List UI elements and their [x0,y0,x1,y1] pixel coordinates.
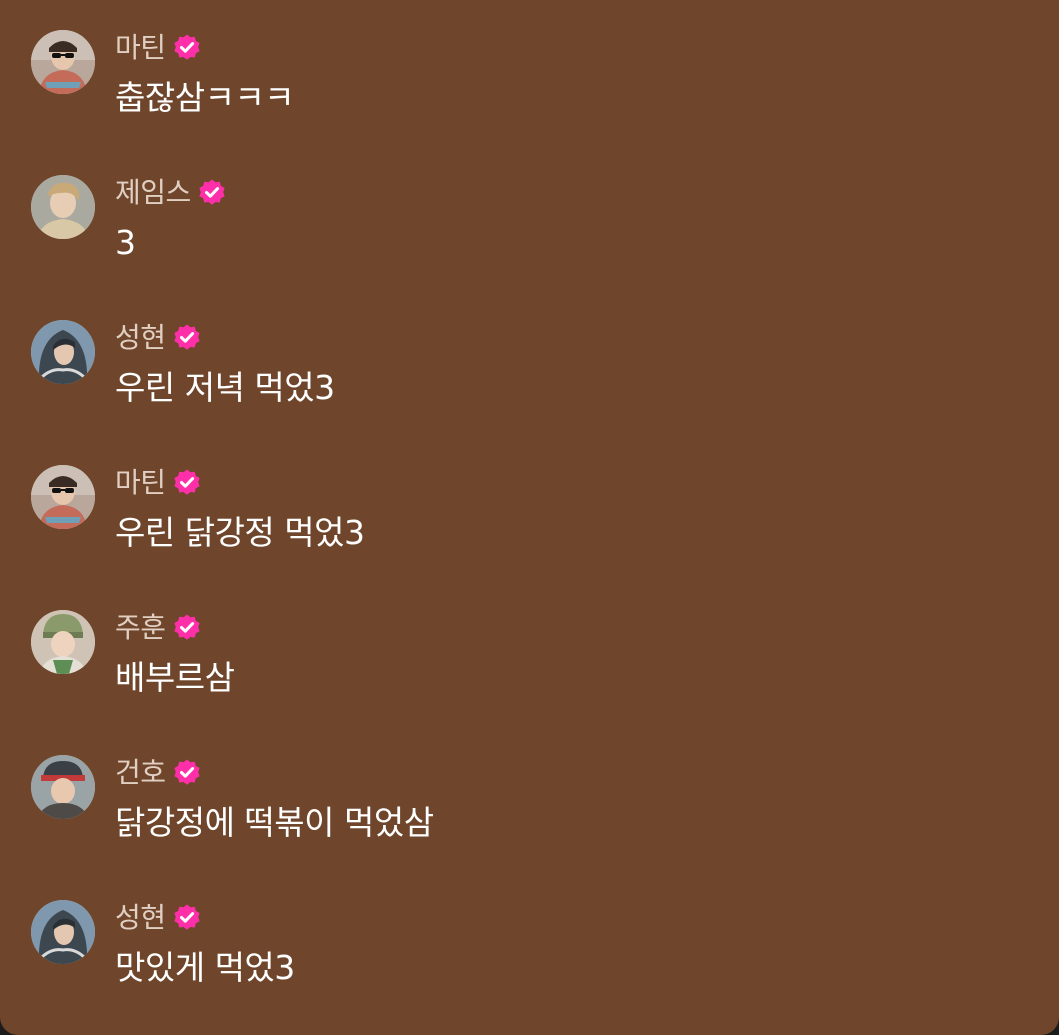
verified-badge-icon [172,758,202,788]
avatar[interactable] [31,320,95,384]
avatar-icon [31,320,95,384]
avatar[interactable] [31,755,95,819]
verified-badge-icon [172,613,202,643]
author-name[interactable]: 성현 [115,898,166,938]
avatar[interactable] [31,465,95,529]
comment-item[interactable]: 성현 우린 저녁 먹었3 [0,320,1059,440]
verified-badge-icon [197,178,227,208]
author-name[interactable]: 주훈 [115,608,166,648]
verified-badge-icon [172,323,202,353]
author-name[interactable]: 건호 [115,753,166,793]
comment-text: 춥잖삼ㅋㅋㅋ [115,78,295,117]
comment-text: 배부르삼 [115,658,235,697]
verified-badge-icon [172,33,202,63]
avatar[interactable] [31,900,95,964]
comment-text: 3 [115,223,136,262]
comment-text: 맛있게 먹었3 [115,948,295,987]
author-name[interactable]: 제임스 [115,173,191,213]
comment-text: 우린 닭강정 먹었3 [115,513,365,552]
comment-item[interactable]: 성현 맛있게 먹었3 [0,900,1059,1020]
comment-item[interactable]: 마틴 춥잖삼ㅋㅋㅋ [0,30,1059,150]
comment-text: 우린 저녁 먹었3 [115,368,335,407]
comment-item[interactable]: 주훈 배부르삼 [0,610,1059,730]
comment-item[interactable]: 마틴 우린 닭강정 먹었3 [0,465,1059,585]
avatar-icon [31,175,95,239]
comment-panel: 마틴 춥잖삼ㅋㅋㅋ 제임스 3 성현 우린 저녁 먹었3 마틴 우린 닭강정 먹… [0,0,1059,1035]
avatar-icon [31,30,95,94]
comment-item[interactable]: 건호 닭강정에 떡볶이 먹었삼 [0,755,1059,875]
verified-badge-icon [172,903,202,933]
author-name[interactable]: 성현 [115,318,166,358]
avatar[interactable] [31,175,95,239]
avatar-icon [31,465,95,529]
comment-text: 닭강정에 떡볶이 먹었삼 [115,803,434,842]
avatar[interactable] [31,30,95,94]
avatar-icon [31,900,95,964]
avatar[interactable] [31,610,95,674]
author-name[interactable]: 마틴 [115,463,166,503]
avatar-icon [31,755,95,819]
avatar-icon [31,610,95,674]
verified-badge-icon [172,468,202,498]
comment-item[interactable]: 제임스 3 [0,175,1059,295]
author-name[interactable]: 마틴 [115,28,166,68]
